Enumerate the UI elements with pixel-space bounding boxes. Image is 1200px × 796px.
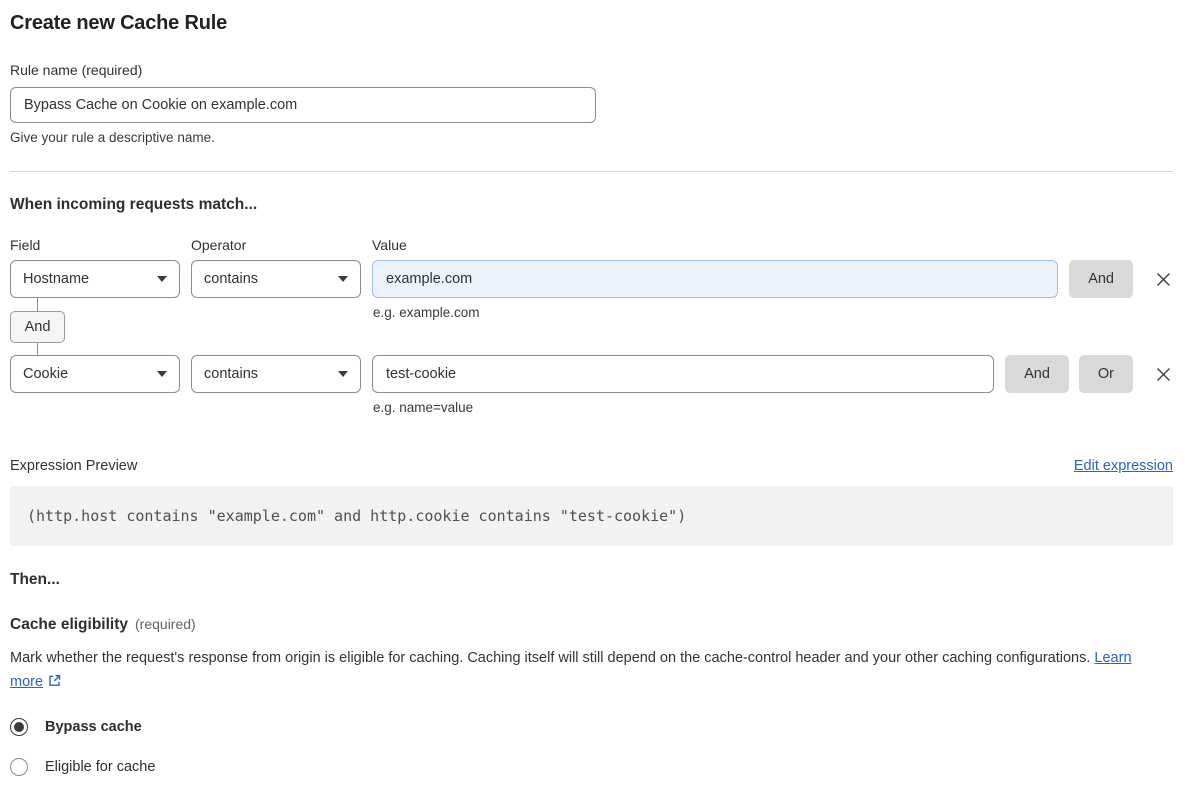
edit-expression-link[interactable]: Edit expression <box>1074 458 1173 474</box>
chevron-down-icon <box>338 276 348 282</box>
value-hint: e.g. example.com <box>373 305 480 320</box>
condition-row: Hostname contains And <box>10 260 1173 298</box>
chevron-down-icon <box>157 276 167 282</box>
close-icon <box>1156 367 1170 381</box>
rule-name-help: Give your rule a descriptive name. <box>10 130 215 145</box>
field-select[interactable]: Cookie <box>10 355 180 393</box>
chevron-down-icon <box>157 371 167 377</box>
radio-label: Eligible for cache <box>45 759 156 775</box>
value-input[interactable] <box>372 260 1059 298</box>
create-cache-rule-form: Create new Cache Rule Rule name (require… <box>0 0 1173 796</box>
expression-header: Expression Preview Edit expression <box>10 458 1173 474</box>
connector-zone: And e.g. example.com <box>10 298 1173 355</box>
rule-name-label: Rule name (required) <box>10 62 143 78</box>
remove-condition-button[interactable] <box>1153 364 1173 384</box>
close-icon <box>1156 272 1170 286</box>
radio-option-eligible-for-cache[interactable]: Eligible for cache <box>10 758 1173 776</box>
operator-select[interactable]: contains <box>191 260 361 298</box>
operator-select[interactable]: contains <box>191 355 361 393</box>
field-select[interactable]: Hostname <box>10 260 180 298</box>
and-button[interactable]: And <box>1069 260 1133 298</box>
field-select-value: Cookie <box>23 366 69 382</box>
operator-select-value: contains <box>204 271 259 287</box>
required-note: (required) <box>135 616 196 632</box>
rule-name-input[interactable] <box>10 87 596 123</box>
and-button[interactable]: And <box>1005 355 1069 393</box>
cache-eligibility-description: Mark whether the request's response from… <box>10 646 1160 694</box>
condition-column-labels: Field Operator Value <box>10 237 1173 253</box>
section-divider <box>10 171 1173 172</box>
cache-eligibility-title: Cache eligibility <box>10 616 129 633</box>
radio-label: Bypass cache <box>45 719 142 735</box>
operator-column-label: Operator <box>191 237 247 253</box>
expression-preview-label: Expression Preview <box>10 458 138 474</box>
radio-button-unselected[interactable] <box>10 758 28 776</box>
condition-row: Cookie contains And Or <box>10 355 1173 393</box>
field-select-value: Hostname <box>23 271 90 287</box>
connector-line <box>37 298 38 311</box>
or-button[interactable]: Or <box>1078 355 1133 393</box>
cache-eligibility-heading: Cache eligibility (required) <box>10 616 1173 634</box>
value-input[interactable] <box>372 355 995 393</box>
connector-and-pill[interactable]: And <box>10 311 65 343</box>
description-text: Mark whether the request's response from… <box>10 650 1091 666</box>
value-column-label: Value <box>372 237 407 253</box>
then-heading: Then... <box>10 571 60 588</box>
operator-select-value: contains <box>204 366 259 382</box>
external-link-icon <box>49 674 61 686</box>
match-heading: When incoming requests match... <box>10 196 258 213</box>
expression-code: (http.host contains "example.com" and ht… <box>10 486 1173 546</box>
chevron-down-icon <box>338 371 348 377</box>
radio-option-bypass-cache[interactable]: Bypass cache <box>10 718 1173 736</box>
page-title: Create new Cache Rule <box>10 12 227 34</box>
radio-button-selected[interactable] <box>10 718 28 736</box>
value-hint: e.g. name=value <box>373 400 474 415</box>
connector-line <box>37 343 38 355</box>
remove-condition-button[interactable] <box>1153 269 1173 289</box>
field-column-label: Field <box>10 237 41 253</box>
